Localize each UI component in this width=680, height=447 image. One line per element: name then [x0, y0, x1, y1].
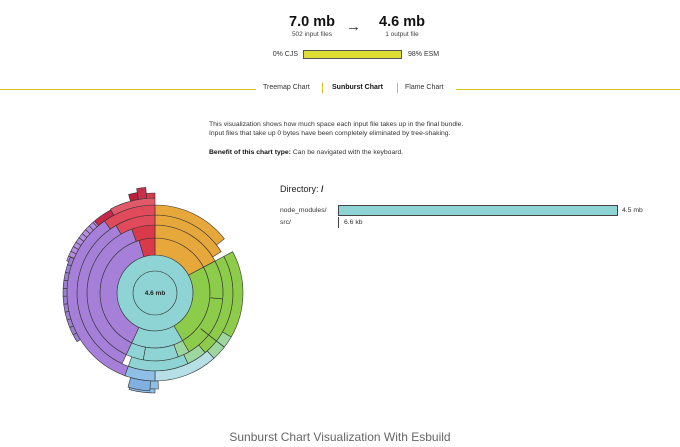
sunburst-segment[interactable]: [145, 192, 156, 199]
sunburst-center-label: 4.6 mb: [145, 290, 166, 297]
directory-size-node-modules: 4.5 mb: [622, 207, 643, 214]
directory-bar-src[interactable]: [338, 217, 339, 228]
directory-title: Directory: /: [280, 184, 324, 194]
directory-label: Directory:: [280, 184, 319, 194]
directory-bar-node-modules[interactable]: [338, 205, 618, 216]
sunburst-segment[interactable]: [136, 187, 148, 200]
sunburst-segment[interactable]: [62, 287, 68, 297]
directory-path: /: [321, 184, 324, 194]
sunburst-chart[interactable]: 4.6 mb: [0, 0, 680, 447]
sunburst-segment[interactable]: [62, 295, 68, 305]
sunburst-segment[interactable]: [62, 279, 69, 289]
directory-row-src[interactable]: src/: [280, 219, 291, 226]
directory-size-src: 6.6 kb: [344, 219, 363, 226]
sunburst-segment[interactable]: [128, 192, 139, 202]
directory-row-node-modules[interactable]: node_modules/: [280, 207, 326, 214]
figure-caption: Sunburst Chart Visualization With Esbuil…: [229, 430, 451, 444]
